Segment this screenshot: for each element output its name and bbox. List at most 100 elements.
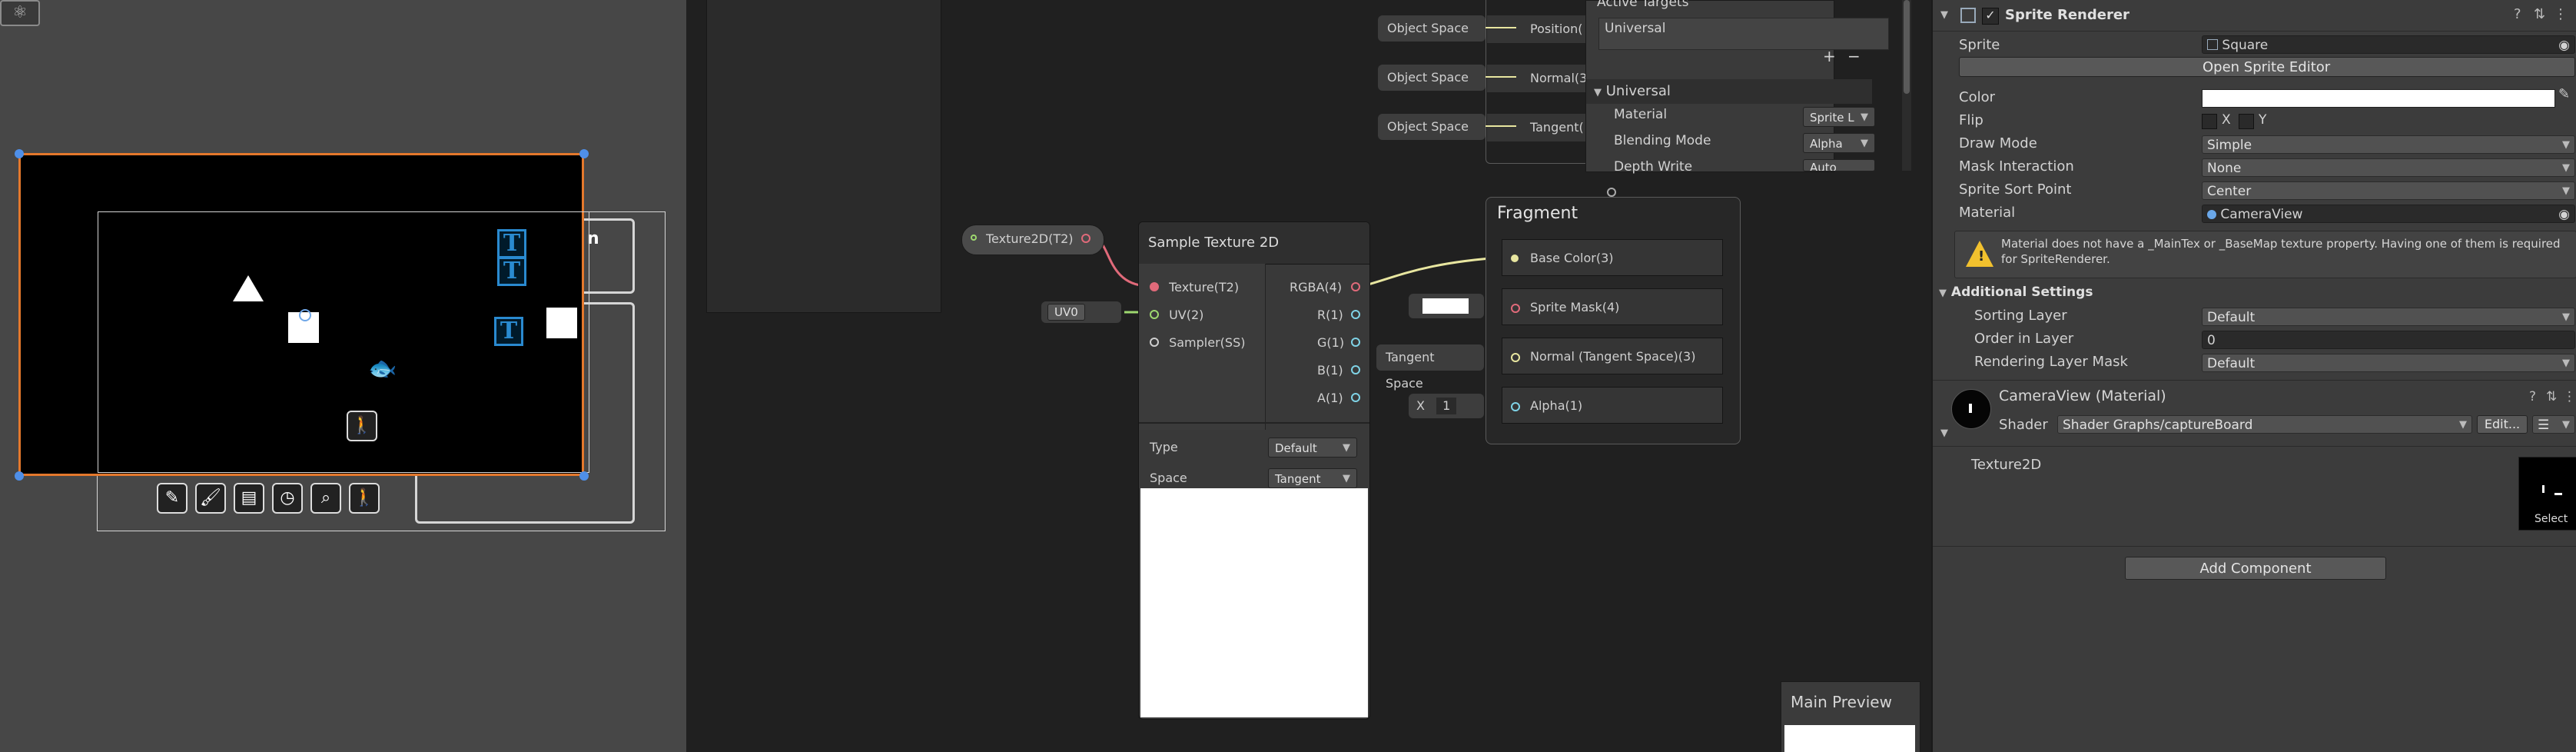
- uv-channel-dropdown[interactable]: UV0: [1047, 304, 1085, 321]
- add-target-button[interactable]: +: [1823, 47, 1836, 65]
- context-menu-icon[interactable]: ⋮: [2563, 389, 2576, 404]
- sprite-mask-port[interactable]: [1511, 304, 1520, 313]
- save-icon[interactable]: ▤: [234, 483, 264, 514]
- rect-handle-tr[interactable]: [579, 149, 589, 158]
- color-field[interactable]: [2202, 89, 2555, 108]
- type-dropdown[interactable]: Default ▼: [1268, 438, 1357, 458]
- sprite-mask-input[interactable]: [1409, 294, 1484, 318]
- alpha-value-field[interactable]: 1: [1436, 398, 1457, 414]
- flip-x-checkbox[interactable]: [2202, 114, 2217, 129]
- enabled-checkbox[interactable]: ✓: [1982, 8, 1999, 25]
- r-output-port[interactable]: [1351, 310, 1360, 319]
- uv-input-port[interactable]: [1150, 310, 1159, 319]
- orbit-icon[interactable]: ⚛: [0, 0, 40, 26]
- universal-target-item[interactable]: Universal: [1605, 21, 1665, 36]
- space-dropdown[interactable]: Tangent ▼: [1268, 468, 1357, 488]
- object-picker-icon[interactable]: ◉: [2558, 36, 2570, 55]
- sprite-sort-point-dropdown[interactable]: Center ▼: [2202, 181, 2575, 200]
- sprite-renderer-header[interactable]: ▼ ✓ Sprite Renderer ? ⇅ ⋮: [1933, 3, 2576, 32]
- person-icon[interactable]: 🚶: [349, 483, 380, 514]
- sample-input-sampler[interactable]: Sampler(SS): [1150, 331, 1245, 354]
- texture-output-port[interactable]: [1081, 234, 1090, 243]
- pencil-icon[interactable]: ✎: [157, 483, 188, 514]
- rect-handle-br[interactable]: [579, 471, 589, 481]
- blending-mode-dropdown[interactable]: Alpha ▼: [1803, 133, 1875, 153]
- normal-port[interactable]: [1511, 353, 1520, 362]
- sprite-object-field[interactable]: Square ◉: [2202, 35, 2575, 54]
- shader-options-dropdown[interactable]: ☰ ▼: [2532, 415, 2575, 434]
- tangent-space-pill[interactable]: Tangent Space: [1376, 344, 1484, 391]
- collapse-arrow-icon[interactable]: ▼: [1940, 9, 1948, 21]
- texture2d-slot[interactable]: Select: [2518, 457, 2576, 531]
- sample-texture-2d-node[interactable]: Sample Texture 2D Texture(T2) UV(2) Samp…: [1138, 221, 1370, 720]
- depth-write-dropdown[interactable]: Auto: [1803, 159, 1875, 171]
- eyedropper-icon[interactable]: ✎: [2558, 86, 2570, 102]
- inspector-panel[interactable]: ▼ ✓ Sprite Renderer ? ⇅ ⋮ Sprite Square …: [1931, 0, 2576, 752]
- triangle-sprite[interactable]: [233, 275, 264, 301]
- collapse-arrow-icon[interactable]: ▼: [1940, 428, 1948, 439]
- help-icon[interactable]: ?: [2529, 389, 2536, 404]
- base-color-port[interactable]: [1511, 255, 1519, 262]
- rect-handle-tl[interactable]: [15, 149, 24, 158]
- object-picker-icon[interactable]: ◉: [2558, 205, 2570, 224]
- text-mesh-icon[interactable]: T: [497, 257, 526, 286]
- zoom-icon[interactable]: ⌕: [310, 483, 341, 514]
- fragment-alpha[interactable]: Alpha(1): [1502, 387, 1723, 424]
- fragment-context[interactable]: Fragment Base Color(3) Sprite Mask(4) No…: [1486, 197, 1741, 444]
- remove-target-button[interactable]: −: [1847, 47, 1861, 65]
- main-preview-panel[interactable]: Main Preview: [1781, 681, 1920, 752]
- open-sprite-editor-button[interactable]: Open Sprite Editor: [1959, 57, 2575, 77]
- shader-dropdown[interactable]: Shader Graphs/captureBoard ▼: [2057, 415, 2472, 434]
- fragment-normal[interactable]: Normal (Tangent Space)(3): [1502, 338, 1723, 374]
- preset-icon[interactable]: ⇅: [2534, 6, 2545, 22]
- add-component-button[interactable]: Add Component: [2125, 557, 2386, 580]
- fragment-base-color[interactable]: Base Color(3): [1502, 239, 1723, 276]
- text-mesh-icon[interactable]: T: [497, 229, 526, 258]
- sprite-mask-color-swatch[interactable]: [1422, 298, 1469, 314]
- uv-channel-pill[interactable]: UV0: [1041, 301, 1121, 323]
- space-label: Space: [1150, 471, 1187, 485]
- b-output-port[interactable]: [1351, 365, 1360, 374]
- additional-settings-header[interactable]: ▼ Additional Settings: [1939, 280, 2093, 304]
- rect-handle-bl[interactable]: [15, 471, 24, 481]
- draw-mode-dropdown[interactable]: Simple ▼: [2202, 135, 2575, 154]
- universal-section-header[interactable]: ▼ Universal: [1586, 79, 1872, 104]
- draw-mode-label: Draw Mode: [1959, 135, 2037, 151]
- rgba-output-port[interactable]: [1351, 282, 1360, 291]
- divider: [1933, 446, 2576, 447]
- help-icon[interactable]: ?: [2514, 6, 2521, 22]
- mask-interaction-dropdown[interactable]: None ▼: [2202, 158, 2575, 177]
- resize-handle[interactable]: [1607, 188, 1616, 197]
- order-in-layer-field[interactable]: 0: [2202, 331, 2575, 349]
- graph-inspector[interactable]: Active Targets Universal + − ▼ Universal…: [1585, 0, 1889, 175]
- fragment-sprite-mask[interactable]: Sprite Mask(4): [1502, 288, 1723, 325]
- sorting-layer-dropdown[interactable]: Default ▼: [2202, 308, 2575, 326]
- brush-icon[interactable]: 🖌: [195, 483, 226, 514]
- text-mesh-icon[interactable]: T: [494, 317, 523, 346]
- texture-input-port[interactable]: [1150, 282, 1159, 291]
- context-menu-icon[interactable]: ⋮: [2554, 6, 2568, 22]
- sampler-input-port[interactable]: [1150, 338, 1159, 347]
- rendering-layer-mask-dropdown[interactable]: Default ▼: [2202, 354, 2575, 372]
- shader-graph-canvas[interactable]: Object Space Object Space Object Space P…: [686, 0, 1931, 752]
- select-texture-button[interactable]: Select: [2535, 513, 2568, 525]
- timer-icon[interactable]: ◷: [272, 483, 303, 514]
- material-setting-dropdown[interactable]: Sprite L ▼: [1803, 107, 1875, 127]
- g-output-port[interactable]: [1351, 338, 1360, 347]
- graph-inspector-scroll-thumb[interactable]: [1904, 0, 1910, 94]
- alpha-input[interactable]: X 1: [1409, 394, 1484, 418]
- a-output-port[interactable]: [1351, 393, 1360, 402]
- preset-icon[interactable]: ⇅: [2546, 389, 2557, 404]
- sample-input-texture[interactable]: Texture(T2): [1150, 276, 1239, 299]
- shader-label: Shader: [1999, 417, 2048, 433]
- flip-y-checkbox[interactable]: [2239, 114, 2254, 129]
- sample-input-uv[interactable]: UV(2): [1150, 304, 1203, 327]
- game-view-rect[interactable]: 🐟 🚶 T T T: [18, 153, 589, 476]
- scene-view[interactable]: ⚛ n 🐟 🚶 T T T ✎ 🖌 ▤ ◷ ⌕ 🚶: [0, 0, 686, 752]
- sprite-renderer-icon: [1960, 8, 1976, 23]
- edit-shader-button[interactable]: Edit...: [2477, 415, 2528, 434]
- alpha-port[interactable]: [1511, 402, 1520, 411]
- material-object-field[interactable]: CameraView ◉: [2202, 205, 2575, 223]
- person-icon[interactable]: 🚶: [347, 411, 377, 441]
- small-square-sprite[interactable]: [546, 308, 577, 338]
